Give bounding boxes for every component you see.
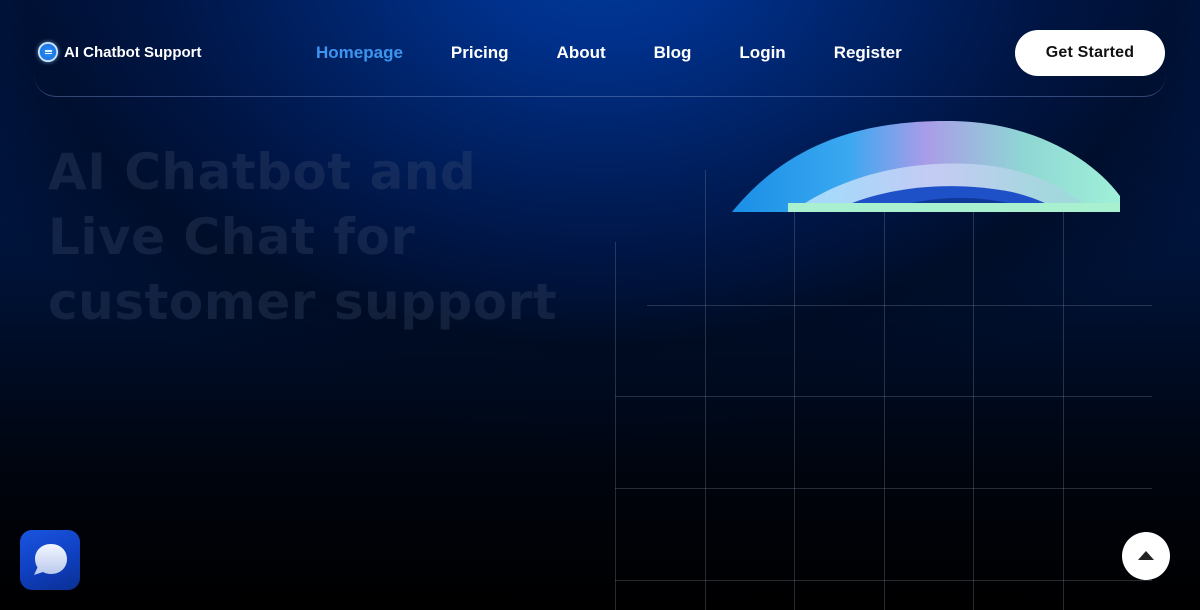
arc-base-line	[788, 203, 1120, 212]
hero-title-line: customer support	[48, 273, 558, 331]
grid-line-vertical	[615, 242, 616, 610]
chat-bubble-icon	[38, 42, 58, 62]
nav-register[interactable]: Register	[834, 43, 902, 63]
decorative-grid	[615, 170, 1155, 610]
nav-homepage[interactable]: Homepage	[316, 43, 403, 63]
grid-line-vertical	[973, 212, 974, 610]
hero-title: AI Chatbot and Live Chat for customer su…	[48, 140, 608, 335]
hero-arc-graphic	[732, 120, 1120, 212]
nav-pricing[interactable]: Pricing	[451, 43, 509, 63]
grid-line-vertical	[1063, 212, 1064, 610]
chat-bubble-icon	[34, 544, 67, 575]
chat-widget-button[interactable]	[20, 530, 80, 590]
hero-title-line: AI Chatbot and	[48, 143, 477, 201]
brand-logo[interactable]: AI Chatbot Support	[38, 42, 201, 62]
hero-title-line: Live Chat for	[48, 208, 416, 266]
brand-name: AI Chatbot Support	[64, 43, 202, 61]
grid-line-vertical	[794, 212, 795, 610]
arrow-up-icon	[1138, 550, 1154, 560]
grid-line-horizontal	[615, 488, 1152, 489]
get-started-button[interactable]: Get Started	[1015, 30, 1165, 76]
grid-line-horizontal	[615, 396, 1152, 397]
grid-line-vertical	[705, 170, 706, 610]
grid-line-horizontal	[647, 305, 1152, 306]
scroll-to-top-button[interactable]	[1122, 532, 1170, 580]
nav-about[interactable]: About	[557, 43, 606, 63]
nav-blog[interactable]: Blog	[654, 43, 692, 63]
grid-line-vertical	[884, 212, 885, 610]
main-nav: Homepage Pricing About Blog Login Regist…	[316, 43, 902, 63]
site-header: AI Chatbot Support Homepage Pricing Abou…	[34, 0, 1166, 97]
nav-login[interactable]: Login	[739, 43, 785, 63]
grid-line-horizontal	[615, 580, 1152, 581]
